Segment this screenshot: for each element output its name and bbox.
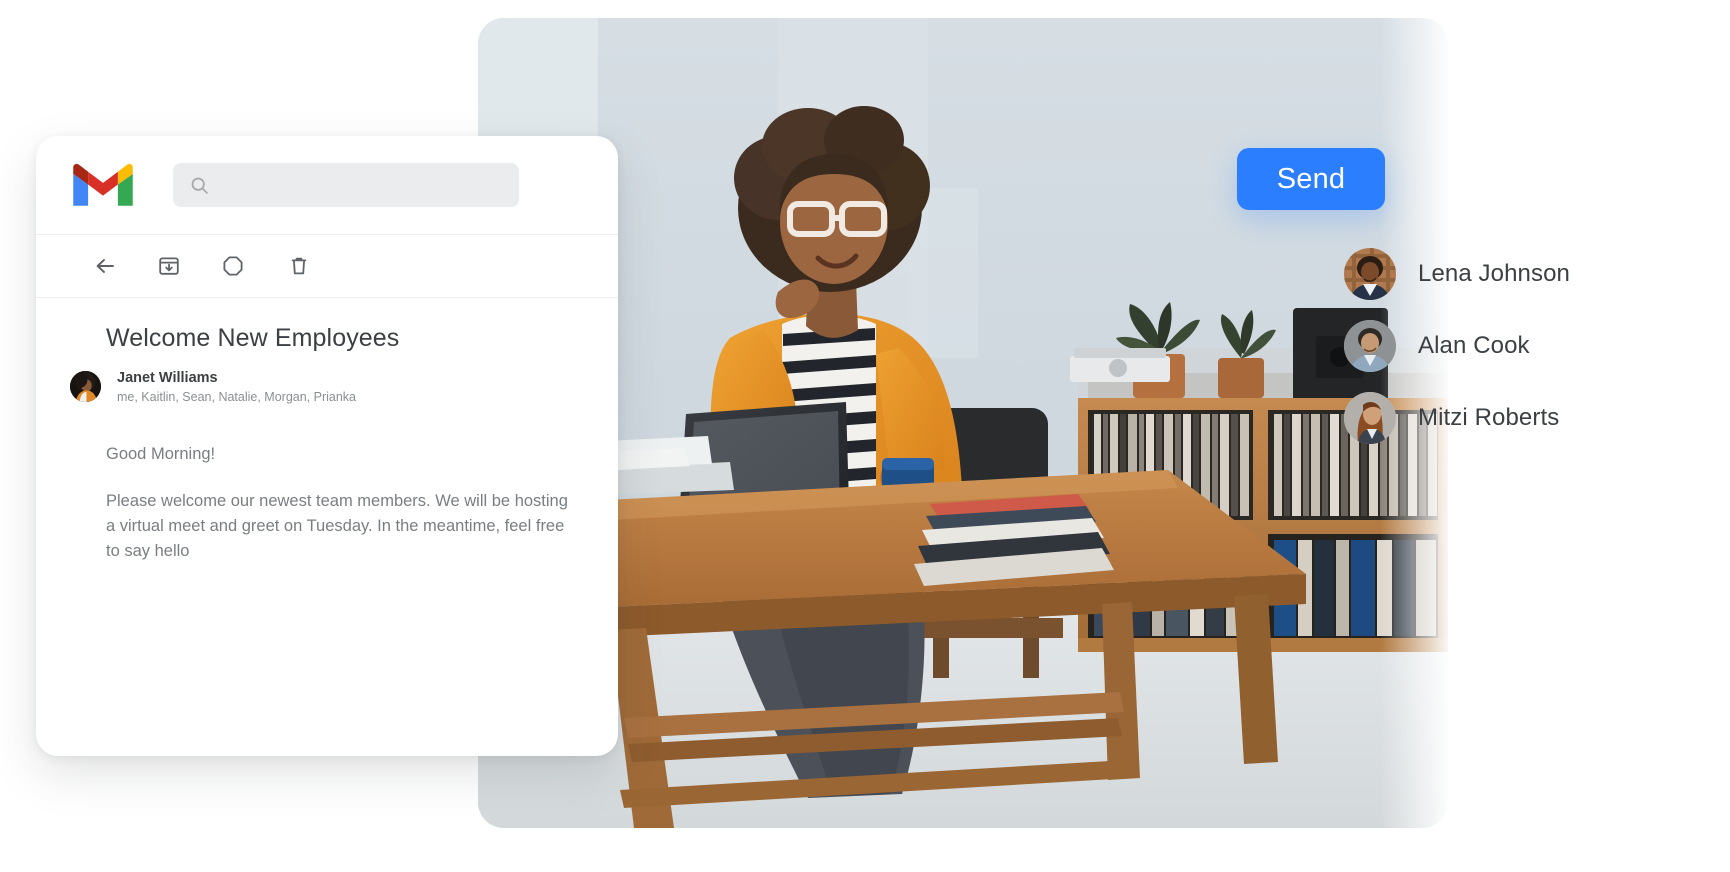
gmail-topbar <box>36 136 618 234</box>
email-greeting: Good Morning! <box>106 445 216 463</box>
email-recipients: me, Kaitlin, Sean, Natalie, Morgan, Pria… <box>117 390 357 404</box>
contact-name: Lena Johnson <box>1418 260 1570 287</box>
sender-name: Janet Williams <box>117 370 218 386</box>
email-paragraph: Please welcome our newest team members. … <box>106 492 568 560</box>
email-message: Good Morning! Please welcome our newest … <box>106 442 574 564</box>
email-toolbar <box>36 235 618 297</box>
trash-icon[interactable] <box>286 253 312 279</box>
contact-name: Alan Cook <box>1418 332 1530 359</box>
search-icon <box>189 175 210 196</box>
email-sender-row: Janet Williams me, Kaitlin, Sean, Natali… <box>70 369 574 406</box>
contact-name: Mitzi Roberts <box>1418 404 1560 431</box>
archive-icon[interactable] <box>156 253 182 279</box>
avatar-mitzi-roberts <box>1344 392 1396 444</box>
back-icon[interactable] <box>92 253 118 279</box>
sender-text: Janet Williams me, Kaitlin, Sean, Natali… <box>117 369 356 406</box>
contact-row[interactable]: Lena Johnson <box>1344 238 1724 310</box>
avatar-alan-cook <box>1344 320 1396 372</box>
search-bar[interactable] <box>173 163 519 207</box>
contact-row[interactable]: Mitzi Roberts <box>1344 382 1724 454</box>
contact-list: Lena Johnson Alan Cook Mitzi Roberts <box>1344 238 1724 454</box>
gmail-logo-icon <box>69 159 137 211</box>
email-subject: Welcome New Employees <box>106 324 400 352</box>
avatar-lena-johnson <box>1344 248 1396 300</box>
hero-photo <box>478 18 1448 828</box>
gmail-card: Welcome New Employees Janet Williams me,… <box>36 136 618 756</box>
contact-row[interactable]: Alan Cook <box>1344 310 1724 382</box>
spam-icon[interactable] <box>220 253 246 279</box>
send-button[interactable]: Send <box>1237 148 1385 210</box>
sender-avatar <box>70 371 101 402</box>
email-body: Welcome New Employees Janet Williams me,… <box>36 298 618 564</box>
search-input[interactable] <box>222 175 496 195</box>
